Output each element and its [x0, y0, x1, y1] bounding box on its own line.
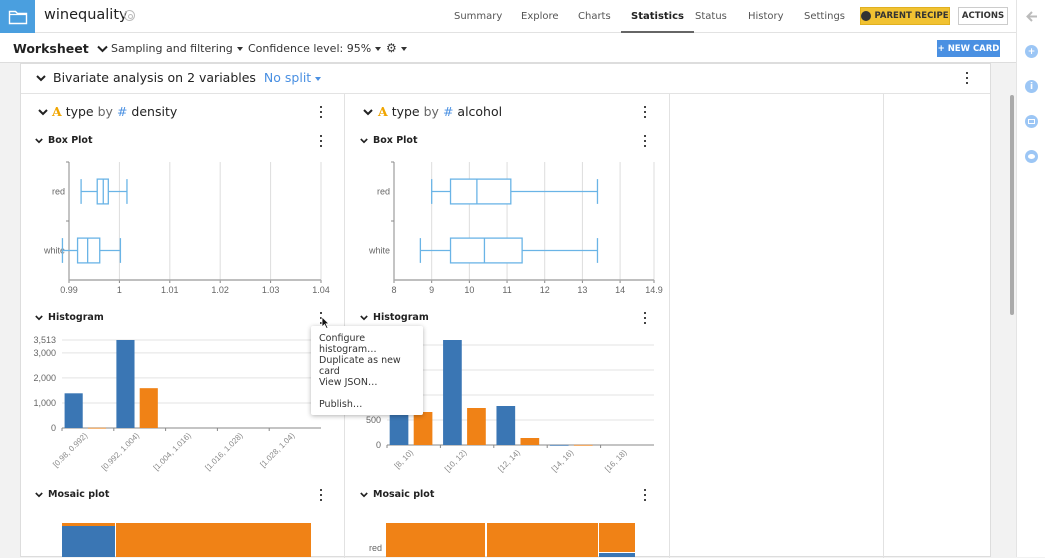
- gears-icon: ⚙: [386, 41, 397, 55]
- dataset-status-icon[interactable]: [124, 10, 135, 21]
- menu-item-duplicate[interactable]: Duplicate as new card: [319, 355, 423, 377]
- tab-statistics[interactable]: Statistics: [621, 11, 694, 33]
- worksheet-dropdown[interactable]: Worksheet: [13, 41, 108, 56]
- alphanumeric-type-icon: A: [378, 104, 388, 119]
- collapse-chevron-icon[interactable]: [38, 109, 48, 116]
- right-rail: + i: [1016, 0, 1045, 557]
- dataset-name[interactable]: winequality: [44, 7, 128, 23]
- mosaic-menu-icon[interactable]: [319, 489, 323, 501]
- dataset-folder-icon[interactable]: [0, 0, 35, 33]
- column-title: A type by # alcohol: [378, 104, 502, 119]
- card-title: Bivariate analysis on 2 variables No spl…: [53, 70, 322, 85]
- parent-recipe-label: PARENT RECIPE: [874, 11, 949, 21]
- tab-status[interactable]: Status: [695, 11, 727, 33]
- histogram-menu-icon[interactable]: [643, 312, 647, 324]
- confidence-level-dropdown[interactable]: Confidence level: 95%: [248, 42, 382, 55]
- empty-column: [670, 94, 884, 558]
- mouse-cursor-icon: [321, 316, 330, 330]
- bivariate-card: Bivariate analysis on 2 variables No spl…: [20, 63, 991, 558]
- caret-down-icon: [400, 47, 407, 51]
- caret-down-icon: [315, 76, 322, 81]
- mosaic-title: Mosaic plot: [48, 489, 110, 500]
- histogram-context-menu: Configure histogram… Duplicate as new ca…: [311, 326, 423, 415]
- column-density: A type by # density Box Plot Histogram M…: [21, 94, 345, 558]
- by-label: by: [423, 104, 439, 119]
- collapse-chevron-icon[interactable]: [360, 492, 368, 498]
- variable-2: density: [131, 104, 178, 119]
- actions-button[interactable]: ACTIONS: [958, 7, 1008, 25]
- collapse-chevron-icon[interactable]: [363, 109, 373, 116]
- caret-down-icon: [236, 47, 243, 51]
- menu-item-configure-histogram[interactable]: Configure histogram…: [319, 333, 423, 355]
- card-header: Bivariate analysis on 2 variables No spl…: [21, 64, 990, 94]
- chevron-down-icon: [97, 45, 108, 53]
- tab-explore[interactable]: Explore: [521, 11, 559, 33]
- menu-item-view-json[interactable]: View JSON…: [319, 377, 377, 388]
- menu-item-publish[interactable]: Publish…: [319, 399, 362, 410]
- numeric-type-icon: #: [442, 104, 454, 119]
- new-card-button[interactable]: + NEW CARD: [937, 40, 1000, 57]
- boxplot-menu-icon[interactable]: [319, 135, 323, 147]
- tab-history[interactable]: History: [748, 11, 784, 33]
- add-icon[interactable]: +: [1025, 45, 1038, 58]
- card-title-text: Bivariate analysis on 2 variables: [53, 70, 256, 85]
- comment-icon[interactable]: [1025, 150, 1038, 163]
- table-icon[interactable]: [1025, 115, 1038, 128]
- sampling-label: Sampling and filtering: [111, 42, 233, 55]
- settings-dropdown[interactable]: ⚙: [386, 41, 407, 55]
- info-icon[interactable]: i: [1025, 80, 1038, 93]
- column-menu-icon[interactable]: [319, 106, 323, 118]
- split-dropdown[interactable]: No split: [263, 70, 322, 85]
- collapse-chevron-icon[interactable]: [35, 315, 43, 321]
- worksheet-label: Worksheet: [13, 41, 89, 56]
- tab-summary[interactable]: Summary: [454, 11, 502, 33]
- mosaic-menu-icon[interactable]: [643, 489, 647, 501]
- variable-1: type: [391, 104, 420, 119]
- worksheet-toolbar: Worksheet Sampling and filtering Confide…: [0, 33, 1016, 63]
- histogram-title: Histogram: [48, 312, 104, 323]
- boxplot-title: Box Plot: [48, 135, 93, 146]
- card-menu-icon[interactable]: [965, 72, 969, 84]
- parent-recipe-button[interactable]: PARENT RECIPE: [860, 7, 950, 25]
- alphanumeric-type-icon: A: [52, 104, 62, 119]
- split-label: No split: [263, 70, 312, 85]
- sampling-dropdown[interactable]: Sampling and filtering: [111, 42, 243, 55]
- collapse-chevron-icon[interactable]: [35, 492, 43, 498]
- tab-charts[interactable]: Charts: [578, 11, 611, 33]
- tab-settings[interactable]: Settings: [804, 11, 845, 33]
- collapse-chevron-icon[interactable]: [35, 138, 43, 144]
- recipe-icon: [861, 11, 872, 21]
- collapse-chevron-icon[interactable]: [360, 138, 368, 144]
- back-arrow-icon[interactable]: [1026, 11, 1038, 22]
- variable-1: type: [65, 104, 94, 119]
- histogram-title: Histogram: [373, 312, 429, 323]
- top-navbar: winequality Summary Explore Charts Stati…: [0, 0, 1016, 33]
- boxplot-title: Box Plot: [373, 135, 418, 146]
- column-title: A type by # density: [52, 104, 177, 119]
- numeric-type-icon: #: [116, 104, 128, 119]
- caret-down-icon: [375, 47, 382, 51]
- boxplot-menu-icon[interactable]: [643, 135, 647, 147]
- column-menu-icon[interactable]: [643, 106, 647, 118]
- confidence-label: Confidence level: 95%: [248, 42, 372, 55]
- vertical-scrollbar[interactable]: [1010, 95, 1014, 315]
- by-label: by: [97, 104, 113, 119]
- collapse-chevron-icon[interactable]: [360, 315, 368, 321]
- variable-2: alcohol: [457, 104, 503, 119]
- mosaic-title: Mosaic plot: [373, 489, 435, 500]
- collapse-chevron-icon[interactable]: [36, 75, 46, 82]
